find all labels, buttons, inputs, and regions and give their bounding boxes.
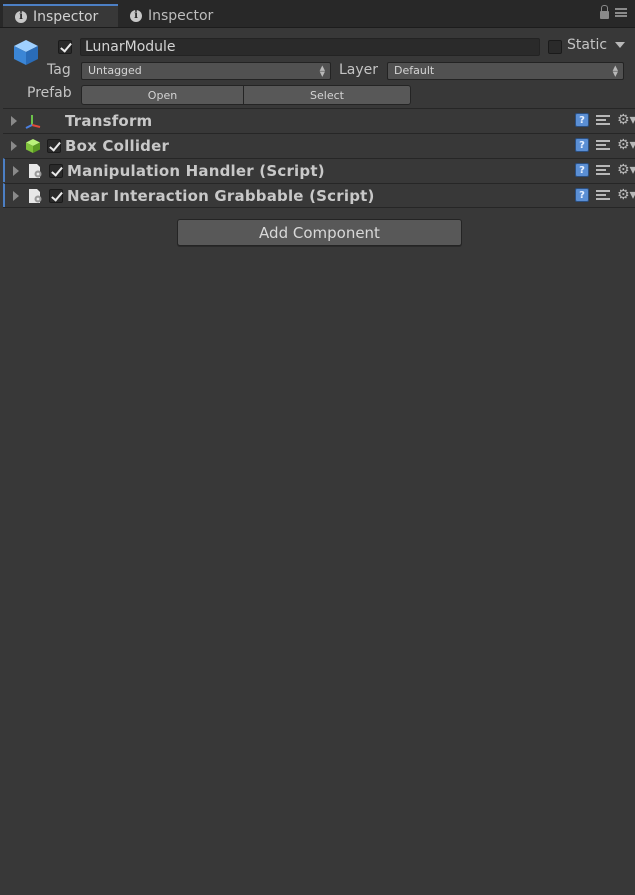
foldout-arrow-icon[interactable]: [13, 191, 19, 201]
component-tools: ? ⚙▾: [575, 163, 635, 177]
component-enabled-checkbox[interactable]: [47, 139, 61, 153]
prefab-label: Prefab: [27, 85, 72, 101]
component-manipulation-handler[interactable]: Manipulation Handler (Script) ? ⚙▾: [3, 158, 635, 182]
help-icon[interactable]: ?: [575, 163, 589, 177]
gameobject-cube-icon[interactable]: [12, 38, 40, 66]
active-checkbox[interactable]: [58, 40, 72, 54]
menu-icon[interactable]: [615, 8, 627, 17]
dropdown-arrows-icon: ▲ ▼: [319, 64, 325, 78]
layer-dropdown[interactable]: Default ▲ ▼: [387, 62, 624, 80]
component-box-collider[interactable]: Box Collider ? ⚙▾: [3, 133, 635, 157]
box-collider-icon: [26, 139, 40, 153]
tab-label: Inspector: [148, 7, 214, 24]
transform-axes-icon: [25, 115, 41, 129]
preset-icon[interactable]: [596, 138, 610, 152]
foldout-arrow-icon[interactable]: [13, 166, 19, 176]
component-enabled-checkbox[interactable]: [49, 189, 63, 203]
add-component-button[interactable]: Add Component: [177, 219, 462, 246]
component-enabled-checkbox[interactable]: [49, 164, 63, 178]
prefab-select-button[interactable]: Select: [243, 85, 411, 105]
component-title: Manipulation Handler (Script): [67, 162, 325, 180]
gear-icon[interactable]: ⚙▾: [617, 163, 635, 177]
help-icon[interactable]: ?: [575, 138, 589, 152]
static-checkbox[interactable]: [548, 40, 562, 54]
tab-inspector-active[interactable]: i Inspector: [3, 4, 118, 27]
layer-label: Layer: [339, 62, 379, 78]
component-tools: ? ⚙▾: [575, 113, 635, 127]
lock-icon[interactable]: [600, 4, 609, 19]
component-title: Near Interaction Grabbable (Script): [67, 187, 375, 205]
component-title: Transform: [65, 112, 153, 130]
component-tools: ? ⚙▾: [575, 188, 635, 202]
info-icon: i: [130, 9, 142, 22]
component-near-interaction-grabbable[interactable]: Near Interaction Grabbable (Script) ? ⚙▾: [3, 183, 635, 207]
script-icon: [29, 164, 42, 178]
static-dropdown-arrow-icon[interactable]: [615, 42, 625, 48]
gear-icon[interactable]: ⚙▾: [617, 113, 635, 127]
gameobject-name-field[interactable]: LunarModule: [80, 38, 540, 56]
gear-icon[interactable]: ⚙▾: [617, 188, 635, 202]
tag-value: Untagged: [88, 64, 142, 77]
components-divider: [3, 207, 635, 208]
tab-bar: i Inspector i Inspector: [0, 0, 635, 28]
prefab-open-button[interactable]: Open: [81, 85, 244, 105]
component-tools: ? ⚙▾: [575, 138, 635, 152]
help-icon[interactable]: ?: [575, 188, 589, 202]
tab-tools: [600, 4, 627, 19]
foldout-arrow-icon[interactable]: [11, 141, 17, 151]
tab-inspector-inactive[interactable]: i Inspector: [118, 4, 230, 27]
help-icon[interactable]: ?: [575, 113, 589, 127]
tab-label: Inspector: [33, 8, 99, 25]
foldout-arrow-icon[interactable]: [11, 116, 17, 126]
script-icon: [29, 189, 42, 203]
tag-dropdown[interactable]: Untagged ▲ ▼: [81, 62, 331, 80]
static-label: Static: [567, 37, 608, 53]
tag-label: Tag: [47, 62, 71, 78]
info-icon: i: [15, 10, 27, 23]
preset-icon[interactable]: [596, 188, 610, 202]
preset-icon[interactable]: [596, 113, 610, 127]
dropdown-arrows-icon: ▲ ▼: [612, 64, 618, 78]
component-transform[interactable]: Transform ? ⚙▾: [3, 108, 635, 132]
preset-icon[interactable]: [596, 163, 610, 177]
component-title: Box Collider: [65, 137, 170, 155]
gear-icon[interactable]: ⚙▾: [617, 138, 635, 152]
layer-value: Default: [394, 64, 435, 77]
